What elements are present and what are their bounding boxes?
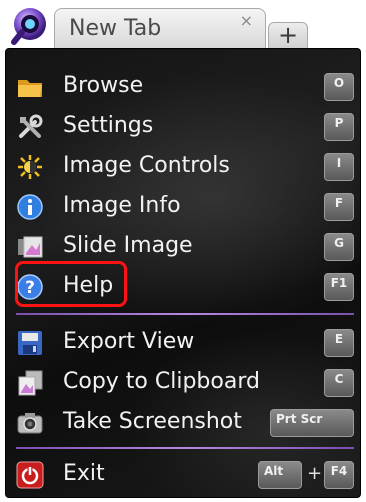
menu-item-image-info[interactable]: Image Info F: [6, 187, 360, 227]
shortcut-modifier-key: Alt: [258, 461, 302, 489]
menu-item-image-controls[interactable]: Image Controls I: [6, 147, 360, 187]
shortcut-plus: +: [307, 463, 323, 484]
menu-item-label: Exit: [63, 461, 105, 486]
menu-divider: [16, 447, 354, 449]
tab-title: New Tab: [69, 16, 162, 41]
help-highlight-box: [15, 261, 127, 307]
app-logo-icon[interactable]: [6, 4, 50, 48]
menu-item-label: Settings: [63, 113, 154, 138]
folder-icon: [16, 73, 44, 101]
menu-item-exit[interactable]: Exit Alt + F4: [6, 455, 360, 495]
shortcut-key: Prt Scr: [270, 409, 354, 437]
shortcut-key: C: [324, 369, 354, 397]
menu-item-label: Browse: [63, 73, 144, 98]
shortcut-key: P: [324, 113, 354, 141]
shortcut-key: F4: [324, 461, 354, 489]
menu-item-label: Slide Image: [63, 233, 193, 258]
info-icon: [16, 193, 44, 221]
tools-icon: [16, 113, 44, 141]
power-icon: [16, 461, 44, 489]
brightness-icon: [16, 153, 44, 181]
menu-item-label: Copy to Clipboard: [63, 369, 260, 394]
shortcut-key: G: [324, 233, 354, 261]
menu-item-settings[interactable]: Settings P: [6, 107, 360, 147]
shortcut-key: I: [324, 153, 354, 181]
menu-item-take-screenshot[interactable]: Take Screenshot Prt Scr: [6, 403, 360, 443]
main-menu: Browse O Settings P Image Controls I Ima…: [5, 48, 361, 498]
menu-item-export-view[interactable]: Export View E: [6, 323, 360, 363]
new-tab-button[interactable]: +: [268, 22, 308, 48]
copy-icon: [16, 369, 44, 397]
camera-icon: [16, 409, 44, 437]
close-icon[interactable]: ×: [240, 11, 253, 30]
menu-item-label: Image Controls: [63, 153, 230, 178]
menu-item-label: Export View: [63, 329, 195, 354]
menu-item-browse[interactable]: Browse O: [6, 67, 360, 107]
tab-new-tab[interactable]: New Tab ×: [54, 8, 266, 48]
menu-divider: [16, 313, 354, 315]
shortcut-key: O: [324, 73, 354, 101]
tab-strip: New Tab × +: [0, 0, 366, 52]
slide-icon: [16, 233, 44, 261]
menu-item-label: Take Screenshot: [63, 409, 242, 434]
shortcut-key: E: [324, 329, 354, 357]
menu-item-copy-to-clipboard[interactable]: Copy to Clipboard C: [6, 363, 360, 403]
save-icon: [16, 329, 44, 357]
shortcut-key: F1: [324, 273, 354, 301]
menu-item-label: Image Info: [63, 193, 181, 218]
shortcut-key: F: [324, 193, 354, 221]
